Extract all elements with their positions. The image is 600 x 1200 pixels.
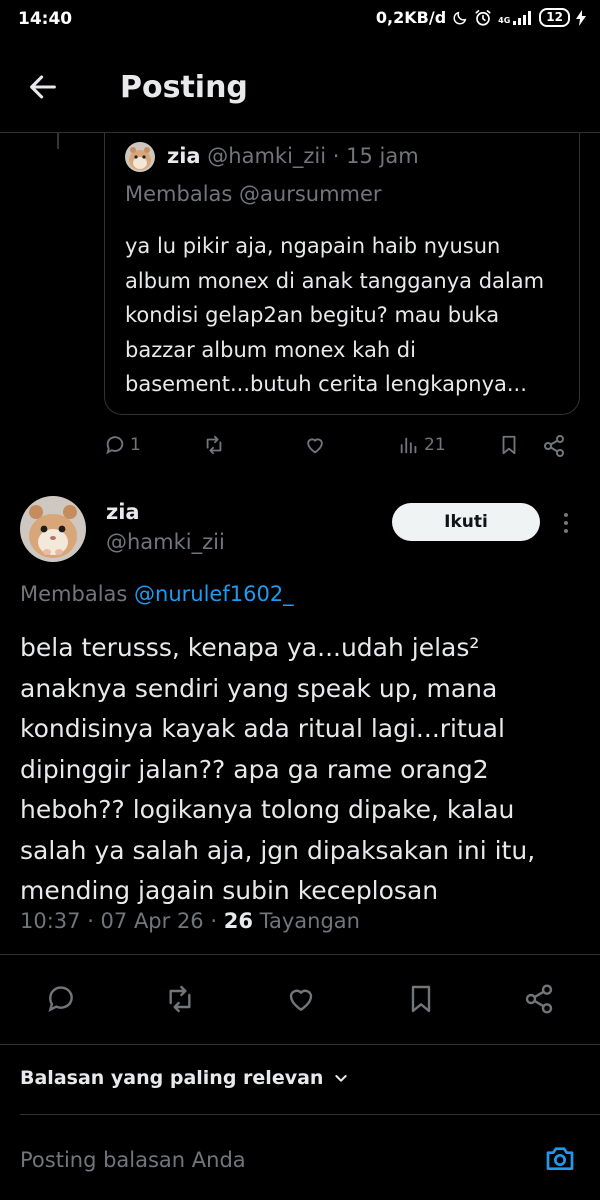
page-title: Posting: [120, 70, 248, 105]
view-count: 21: [424, 435, 446, 455]
tweet-header: zia @hamki_zii · 15 jam: [167, 144, 419, 168]
status-bar: 14:40 0,2KB/d 4G 12: [0, 0, 600, 40]
share-button[interactable]: [523, 983, 555, 1015]
replies-sort-dropdown[interactable]: Balasan yang paling relevan: [20, 1067, 349, 1089]
share-icon: [542, 434, 566, 458]
comment-icon: [45, 983, 77, 1015]
back-arrow-icon[interactable]: [26, 70, 66, 106]
author-handle[interactable]: @hamki_zii: [207, 144, 326, 168]
thread-line: [57, 133, 59, 149]
author-handle[interactable]: @hamki_zii: [106, 530, 225, 554]
like-button[interactable]: [284, 983, 318, 1015]
signal-label: 4G: [498, 15, 511, 25]
chevron-down-icon: [333, 1070, 349, 1086]
camera-icon[interactable]: [543, 1142, 577, 1174]
bookmark-button[interactable]: [405, 983, 437, 1015]
tweet-text: bela terusss, kenapa ya...udah jelas² an…: [20, 633, 536, 905]
heart-icon: [303, 434, 327, 456]
more-options-icon[interactable]: [556, 508, 576, 538]
clock: 14:40: [18, 9, 73, 29]
charging-icon: [576, 9, 586, 26]
alarm-icon: [474, 9, 492, 27]
reply-button[interactable]: 1: [104, 434, 141, 456]
bookmark-icon: [498, 434, 520, 456]
replying-user-link[interactable]: @nurulef1602_: [134, 582, 294, 606]
tweet-meta: 10:37 · 07 Apr 26 · 26 Tayangan: [20, 909, 360, 933]
replying-prefix: Membalas: [20, 582, 128, 606]
views-label: Tayangan: [259, 909, 360, 933]
views-icon: [398, 434, 420, 456]
replying-to: Membalas @nurulef1602_: [20, 582, 294, 606]
reply-count: 1: [130, 435, 141, 455]
network-speed: 0,2KB/d: [375, 8, 447, 27]
share-icon: [523, 983, 555, 1015]
signal-icon: 4G: [498, 10, 533, 25]
repost-button[interactable]: [163, 983, 197, 1015]
repost-icon: [202, 434, 226, 456]
sort-label: Balasan yang paling relevan: [20, 1067, 324, 1089]
avatar[interactable]: [125, 142, 155, 172]
divider: [0, 1044, 600, 1045]
comment-icon: [104, 434, 126, 456]
reply-input[interactable]: [20, 1140, 520, 1180]
battery-icon: 12: [539, 8, 570, 27]
moon-icon: [452, 10, 468, 26]
divider: [20, 1114, 600, 1115]
repost-icon: [163, 983, 197, 1015]
status-icons: 0,2KB/d 4G 12: [376, 8, 586, 27]
author-name[interactable]: zia: [167, 144, 201, 168]
quoted-tweet-card[interactable]: zia @hamki_zii · 15 jam Membalas @aursum…: [104, 132, 580, 415]
top-bar: Posting: [0, 46, 600, 133]
tweet-age: · 15 jam: [332, 144, 419, 168]
bookmark-button[interactable]: [498, 434, 520, 456]
reply-button[interactable]: [45, 983, 77, 1015]
author-name[interactable]: zia: [106, 500, 140, 524]
divider: [0, 954, 600, 955]
heart-icon: [284, 983, 318, 1015]
tweet-timestamp[interactable]: 10:37 · 07 Apr 26 ·: [20, 909, 217, 933]
share-button[interactable]: [542, 434, 566, 458]
follow-button[interactable]: Ikuti: [392, 503, 540, 541]
tweet-text: ya lu pikir aja, ngapain haib nyusun alb…: [125, 234, 545, 396]
view-count: 26: [223, 909, 253, 933]
replying-to: Membalas @aursummer: [125, 182, 382, 206]
avatar[interactable]: [20, 496, 86, 562]
like-button[interactable]: [303, 434, 327, 456]
bookmark-icon: [405, 983, 437, 1015]
repost-button[interactable]: [202, 434, 226, 456]
views-button[interactable]: 21: [398, 434, 446, 456]
